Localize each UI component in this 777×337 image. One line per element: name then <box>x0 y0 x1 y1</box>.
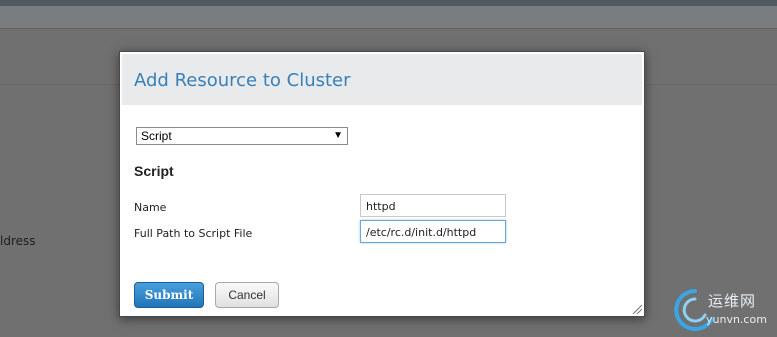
add-resource-dialog: Add Resource to Cluster Script ▼ Script … <box>119 51 645 317</box>
dropdown-arrow-icon: ▼ <box>333 130 343 141</box>
name-input[interactable]: httpd <box>360 194 506 217</box>
resource-type-value: Script <box>141 129 172 143</box>
script-path-label: Full Path to Script File <box>134 227 253 240</box>
script-path-input[interactable]: /etc/rc.d/init.d/httpd <box>360 220 506 243</box>
dialog-title: Add Resource to Cluster <box>134 70 351 91</box>
resource-type-select[interactable]: Script ▼ <box>136 127 348 145</box>
cancel-button[interactable]: Cancel <box>215 282 279 308</box>
section-title: Script <box>134 163 174 179</box>
watermark-site-name: 运维网 <box>708 292 757 310</box>
name-label: Name <box>134 201 167 214</box>
background-divider <box>0 28 777 29</box>
background-field-label: ldress <box>0 234 36 248</box>
resize-handle-icon[interactable] <box>632 304 642 314</box>
submit-button[interactable]: Submit <box>134 282 204 308</box>
watermark-url: yunvn.com <box>706 313 767 326</box>
background-toolbar <box>0 6 777 28</box>
dialog-header: Add Resource to Cluster <box>122 54 642 105</box>
